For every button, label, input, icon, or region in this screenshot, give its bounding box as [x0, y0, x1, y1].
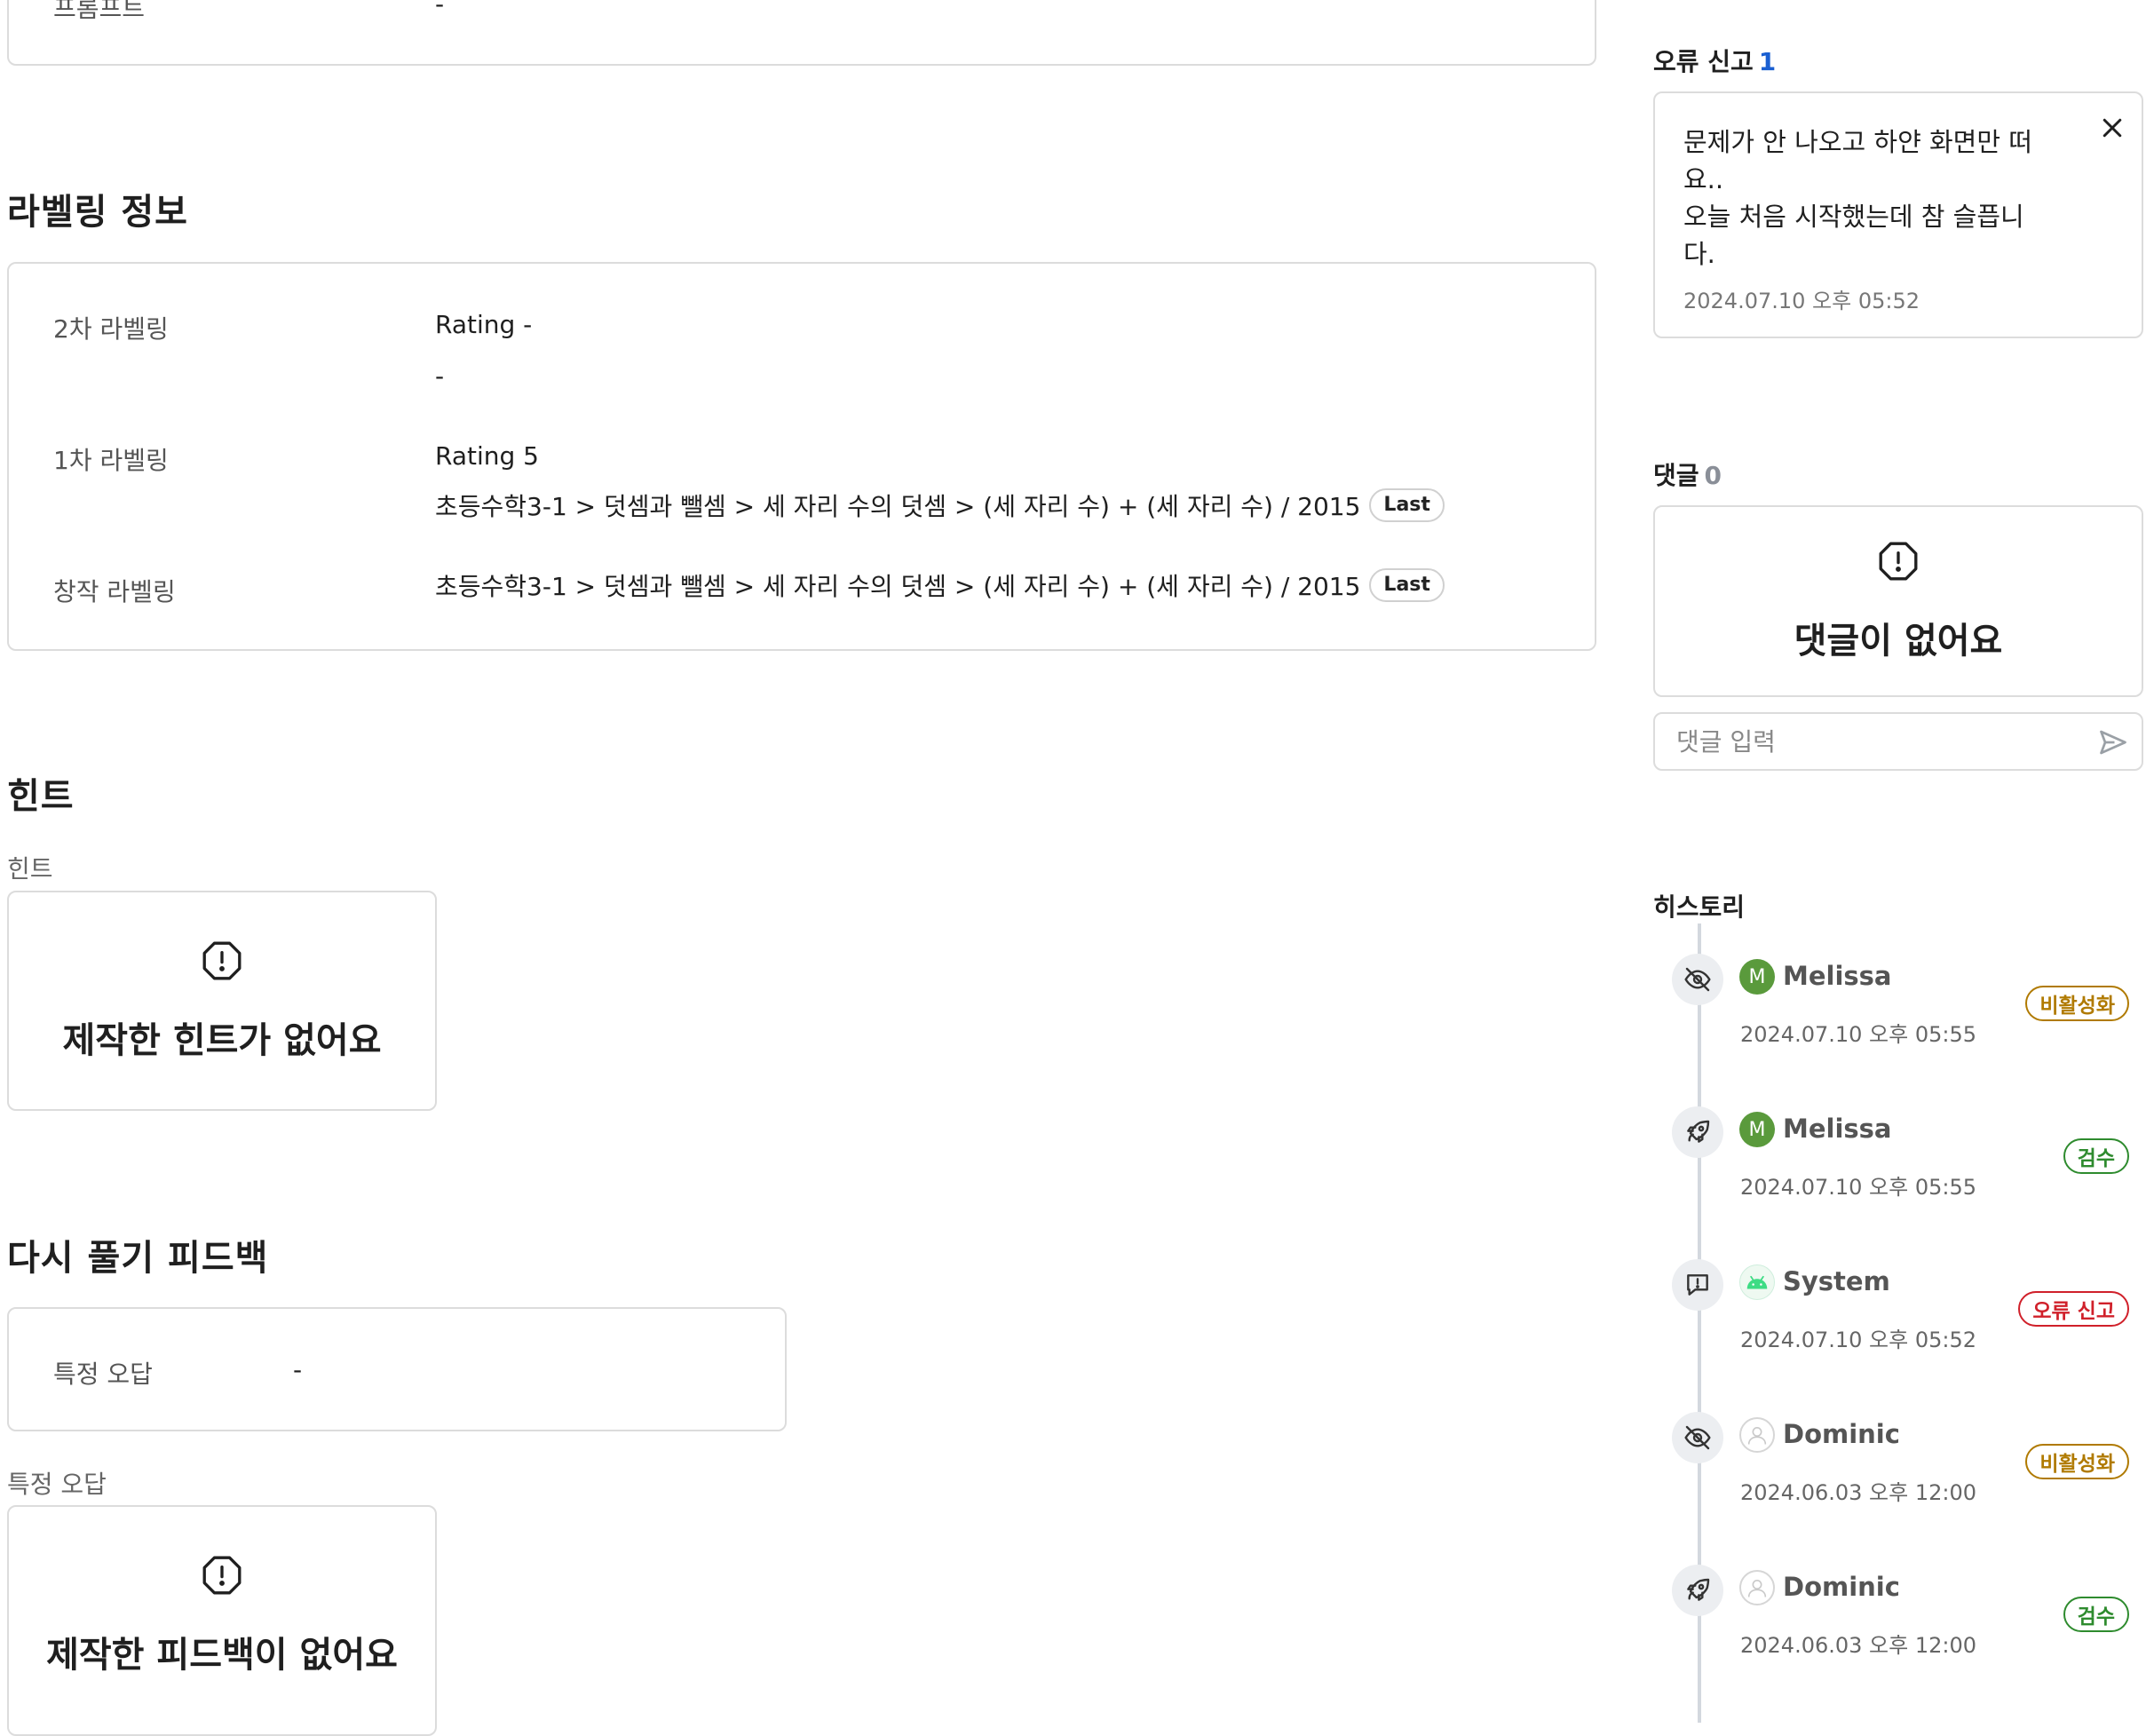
comment-input[interactable] — [1653, 712, 2143, 771]
labeling-section-title: 라벨링 정보 — [7, 192, 188, 233]
first-labeling-path-text: 초등수학3-1 > 덧셈과 뺄셈 > 세 자리 수의 덧셈 > (세 자리 수)… — [435, 492, 1361, 521]
history-event-user: Melissa — [1783, 961, 1892, 991]
history-event-time: 2024.07.10 오후 05:55 — [1740, 1175, 1976, 1200]
eye-off-icon — [1684, 1425, 1711, 1450]
history-event-time: 2024.07.10 오후 05:52 — [1740, 1328, 1976, 1352]
alert-octagon-icon — [202, 941, 242, 980]
prompt-label: 프롬프트 — [53, 0, 146, 23]
eye-off-icon — [1684, 967, 1711, 992]
alert-octagon-icon — [202, 1556, 242, 1595]
first-labeling-label: 1차 라벨링 — [53, 446, 169, 475]
error-report-time: 2024.07.10 오후 05:52 — [1683, 289, 1920, 313]
second-labeling-rating: Rating - — [435, 310, 533, 339]
history-event-time: 2024.07.10 오후 05:55 — [1740, 1022, 1976, 1047]
user-icon — [1739, 1417, 1775, 1453]
first-labeling-rating: Rating 5 — [435, 441, 539, 471]
second-labeling-value: - — [435, 361, 445, 391]
error-report-line: 다. — [1683, 239, 1715, 269]
history-event-icon — [1672, 1565, 1723, 1616]
history-event-icon — [1672, 1259, 1723, 1311]
error-report-title: 오류 신고 1 — [1653, 43, 1776, 78]
prompt-value: - — [435, 0, 445, 19]
error-report-line: 요.. — [1683, 164, 1724, 194]
last-tag: Last — [1369, 488, 1445, 522]
history-event-icon — [1672, 954, 1723, 1005]
close-icon[interactable] — [2099, 115, 2126, 141]
feedback-row-value: - — [293, 1355, 303, 1384]
history-event-user: System — [1783, 1266, 1890, 1296]
feedback-sublabel: 특정 오답 — [7, 1470, 107, 1499]
error-report-text: 문제가 안 나오고 하얀 화면만 떠 요.. 오늘 처음 시작했는데 참 슬픕니… — [1683, 123, 2074, 273]
message-alert-icon — [1687, 1274, 1708, 1296]
error-report-count: 1 — [1758, 47, 1777, 76]
comments-title: 댓글 0 — [1653, 456, 1722, 492]
hint-empty-box: 제작한 힌트가 없어요 — [7, 891, 437, 1111]
comments-empty-text: 댓글이 없어요 — [1794, 621, 2003, 662]
error-report-line: 문제가 안 나오고 하얀 화면만 떠 — [1683, 127, 2032, 157]
status-badge: 검수 — [2063, 1138, 2129, 1174]
error-report-title-text: 오류 신고 — [1653, 47, 1754, 76]
prompt-box: 프롬프트 - — [7, 0, 1596, 66]
status-badge: 비활성화 — [2025, 1444, 2129, 1479]
history-event-user: Dominic — [1783, 1572, 1900, 1602]
alert-octagon-icon — [1879, 542, 1918, 581]
history-event-time: 2024.06.03 오후 12:00 — [1740, 1633, 1976, 1658]
feedback-section-title: 다시 풀기 피드백 — [7, 1238, 269, 1279]
hint-section-title: 힌트 — [7, 776, 75, 817]
feedback-row-label: 특정 오답 — [53, 1359, 153, 1389]
last-tag: Last — [1369, 568, 1445, 602]
second-labeling-label: 2차 라벨링 — [53, 314, 169, 344]
rocket-icon — [1687, 1120, 1710, 1143]
labeling-box: 2차 라벨링 Rating - - 1차 라벨링 Rating 5 초등수학3-… — [7, 262, 1596, 651]
hint-sublabel: 힌트 — [7, 854, 53, 884]
creation-labeling-path-text: 초등수학3-1 > 덧셈과 뺄셈 > 세 자리 수의 덧셈 > (세 자리 수)… — [435, 572, 1361, 601]
error-report-card: 문제가 안 나오고 하얀 화면만 떠 요.. 오늘 처음 시작했는데 참 슬픕니… — [1653, 91, 2143, 338]
history-event-time: 2024.06.03 오후 12:00 — [1740, 1480, 1976, 1505]
history-title: 히스토리 — [1653, 892, 1746, 922]
hint-empty-text: 제작한 힌트가 없어요 — [62, 1020, 382, 1061]
status-badge: 오류 신고 — [2018, 1291, 2129, 1327]
error-report-line: 오늘 처음 시작했는데 참 슬픕니 — [1683, 202, 2024, 232]
rocket-icon — [1687, 1578, 1710, 1601]
comments-title-text: 댓글 — [1653, 461, 1699, 490]
avatar: M — [1739, 959, 1775, 995]
history-event-icon — [1672, 1412, 1723, 1463]
feedback-empty-text: 제작한 피드백이 없어요 — [46, 1635, 398, 1676]
history-event-user: Melissa — [1783, 1114, 1892, 1144]
comments-count: 0 — [1704, 461, 1722, 490]
feedback-empty-box: 제작한 피드백이 없어요 — [7, 1505, 437, 1736]
history-event-icon — [1672, 1106, 1723, 1158]
send-icon[interactable] — [2097, 726, 2129, 758]
creation-labeling-path: 초등수학3-1 > 덧셈과 뺄셈 > 세 자리 수의 덧셈 > (세 자리 수)… — [435, 567, 1445, 603]
avatar: M — [1739, 1112, 1775, 1147]
creation-labeling-label: 창작 라벨링 — [53, 577, 176, 606]
comments-empty-box: 댓글이 없어요 — [1653, 505, 2143, 697]
user-icon — [1739, 1570, 1775, 1605]
android-icon — [1739, 1264, 1775, 1300]
feedback-row-box: 특정 오답 - — [7, 1307, 787, 1431]
status-badge: 비활성화 — [2025, 986, 2129, 1021]
history-event-user: Dominic — [1783, 1419, 1900, 1449]
first-labeling-path: 초등수학3-1 > 덧셈과 뺄셈 > 세 자리 수의 덧셈 > (세 자리 수)… — [435, 488, 1445, 523]
status-badge: 검수 — [2063, 1597, 2129, 1632]
